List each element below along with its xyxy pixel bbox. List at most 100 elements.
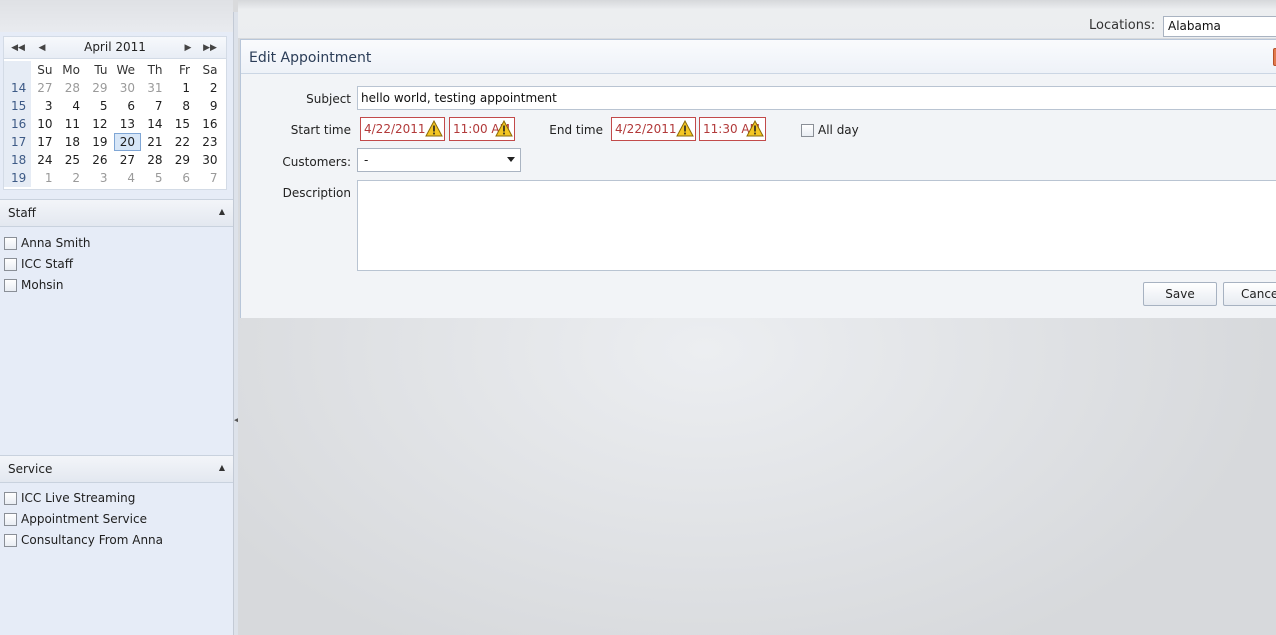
- calendar-day-other-month[interactable]: 7: [196, 169, 224, 187]
- service-item[interactable]: ICC Live Streaming: [4, 489, 135, 507]
- calendar-day[interactable]: 21: [141, 133, 169, 151]
- calendar-day[interactable]: 27: [114, 151, 142, 169]
- calendar-day-other-month[interactable]: 5: [141, 169, 169, 187]
- end-time-input[interactable]: 11:30 AM: [699, 117, 766, 141]
- calendar-day-selected[interactable]: 20: [113, 133, 141, 151]
- start-time-input[interactable]: 11:00 AM: [449, 117, 515, 141]
- calendar-day-other-month[interactable]: 1: [31, 169, 59, 187]
- calendar-day[interactable]: 7: [141, 97, 169, 115]
- end-date-input[interactable]: 4/22/2011: [611, 117, 696, 141]
- start-date-value: 4/22/2011: [364, 122, 426, 136]
- calendar-day[interactable]: 3: [31, 97, 59, 115]
- warning-icon: [425, 120, 443, 137]
- calendar-week-row: 15 3 4 5 6 7 8 9: [4, 97, 224, 115]
- cancel-button[interactable]: Cancel: [1223, 282, 1276, 306]
- collapse-icon[interactable]: ▲: [219, 207, 225, 216]
- checkbox[interactable]: [4, 278, 17, 292]
- calendar-day[interactable]: 23: [196, 133, 224, 151]
- calendar-title[interactable]: April 2011: [54, 40, 176, 54]
- calendar-day[interactable]: 30: [196, 151, 224, 169]
- customers-select[interactable]: -: [357, 148, 521, 172]
- service-panel-title: Service: [8, 462, 53, 476]
- weekday-header: Sa: [202, 63, 218, 77]
- checkbox[interactable]: [4, 491, 17, 505]
- checkbox[interactable]: [4, 236, 17, 250]
- calendar-day[interactable]: 10: [31, 115, 59, 133]
- calendar-day[interactable]: 15: [169, 115, 197, 133]
- edit-appointment-dialog: Edit Appointment Subject hello world, te…: [240, 39, 1276, 318]
- warning-icon: [495, 120, 513, 137]
- calendar-day[interactable]: 2: [196, 79, 224, 97]
- description-textarea[interactable]: [357, 180, 1276, 271]
- calendar-day-other-month[interactable]: 27: [31, 79, 59, 97]
- week-number: 14: [4, 79, 31, 97]
- calendar-day[interactable]: 16: [196, 115, 224, 133]
- next-year-icon[interactable]: ▶▶: [202, 39, 218, 57]
- calendar-day[interactable]: 6: [114, 97, 142, 115]
- staff-item[interactable]: Anna Smith: [4, 234, 91, 252]
- calendar-day-other-month[interactable]: 29: [86, 79, 114, 97]
- save-button[interactable]: Save: [1143, 282, 1217, 306]
- locations-select[interactable]: Alabama: [1163, 16, 1276, 37]
- start-date-input[interactable]: 4/22/2011: [360, 117, 445, 141]
- calendar-day[interactable]: 26: [86, 151, 114, 169]
- calendar-day[interactable]: 22: [169, 133, 197, 151]
- prev-month-icon[interactable]: ◀: [34, 39, 50, 57]
- all-day-checkbox[interactable]: [801, 123, 814, 137]
- calendar-day[interactable]: 11: [59, 115, 87, 133]
- service-item[interactable]: Appointment Service: [4, 510, 147, 528]
- staff-item[interactable]: ICC Staff: [4, 255, 73, 273]
- calendar-day[interactable]: 17: [31, 133, 59, 151]
- week-number: 18: [4, 151, 31, 169]
- checkbox[interactable]: [4, 533, 17, 547]
- calendar-day[interactable]: 1: [169, 79, 197, 97]
- calendar-day-other-month[interactable]: 4: [114, 169, 142, 187]
- weekday-header: Mo: [62, 63, 80, 77]
- service-panel-header[interactable]: Service ▲: [0, 455, 233, 483]
- calendar-day[interactable]: 8: [169, 97, 197, 115]
- locations-label: Locations:: [1089, 18, 1156, 33]
- checkbox[interactable]: [4, 257, 17, 271]
- calendar-day-other-month[interactable]: 31: [141, 79, 169, 97]
- warning-icon: [676, 120, 694, 137]
- collapse-icon[interactable]: ▲: [219, 463, 225, 472]
- service-item-label: ICC Live Streaming: [21, 491, 136, 505]
- weekday-header: Su: [37, 63, 53, 77]
- dialog-body: Subject hello world, testing appointment…: [241, 74, 1276, 318]
- service-item-label: Consultancy From Anna: [21, 533, 164, 547]
- calendar-week-row: 17 17 18 19 20 21 22 23: [4, 133, 224, 151]
- calendar-day[interactable]: 5: [86, 97, 114, 115]
- calendar-week-row: 16 10 11 12 13 14 15 16: [4, 115, 224, 133]
- service-item[interactable]: Consultancy From Anna: [4, 531, 163, 549]
- all-day-toggle[interactable]: All day: [801, 121, 859, 139]
- calendar-day[interactable]: 13: [114, 115, 142, 133]
- subject-input[interactable]: hello world, testing appointment: [357, 86, 1276, 110]
- calendar-header: ◀◀ ◀ April 2011 ▶ ▶▶: [4, 37, 226, 59]
- calendar-day[interactable]: 28: [141, 151, 169, 169]
- sidebar-top-strip: [0, 0, 233, 32]
- next-month-icon[interactable]: ▶: [180, 39, 196, 57]
- calendar-day[interactable]: 14: [141, 115, 169, 133]
- staff-panel-header[interactable]: Staff ▲: [0, 199, 233, 227]
- calendar-day[interactable]: 19: [86, 133, 114, 151]
- calendar-day[interactable]: 25: [59, 151, 87, 169]
- calendar-day-other-month[interactable]: 30: [114, 79, 142, 97]
- week-number: 16: [4, 115, 31, 133]
- calendar-day[interactable]: 24: [31, 151, 59, 169]
- calendar-day-other-month[interactable]: 2: [59, 169, 87, 187]
- calendar-day-other-month[interactable]: 3: [86, 169, 114, 187]
- calendar-day-other-month[interactable]: 6: [169, 169, 197, 187]
- weekday-header: Tu: [94, 63, 108, 77]
- calendar-day[interactable]: 29: [169, 151, 197, 169]
- prev-year-icon[interactable]: ◀◀: [10, 39, 26, 57]
- staff-item[interactable]: Mohsin: [4, 276, 64, 294]
- calendar-day-other-month[interactable]: 28: [59, 79, 87, 97]
- calendar-day[interactable]: 12: [86, 115, 114, 133]
- calendar-grid: Su Mo Tu We Th Fr Sa 14 27 28 29 30 31 1 2 15 3 4 5…: [4, 61, 224, 187]
- checkbox[interactable]: [4, 512, 17, 526]
- calendar-day[interactable]: 18: [59, 133, 87, 151]
- calendar-day[interactable]: 4: [59, 97, 87, 115]
- top-bar: Locations: Alabama: [238, 0, 1276, 38]
- end-date-value: 4/22/2011: [615, 122, 677, 136]
- calendar-day[interactable]: 9: [196, 97, 224, 115]
